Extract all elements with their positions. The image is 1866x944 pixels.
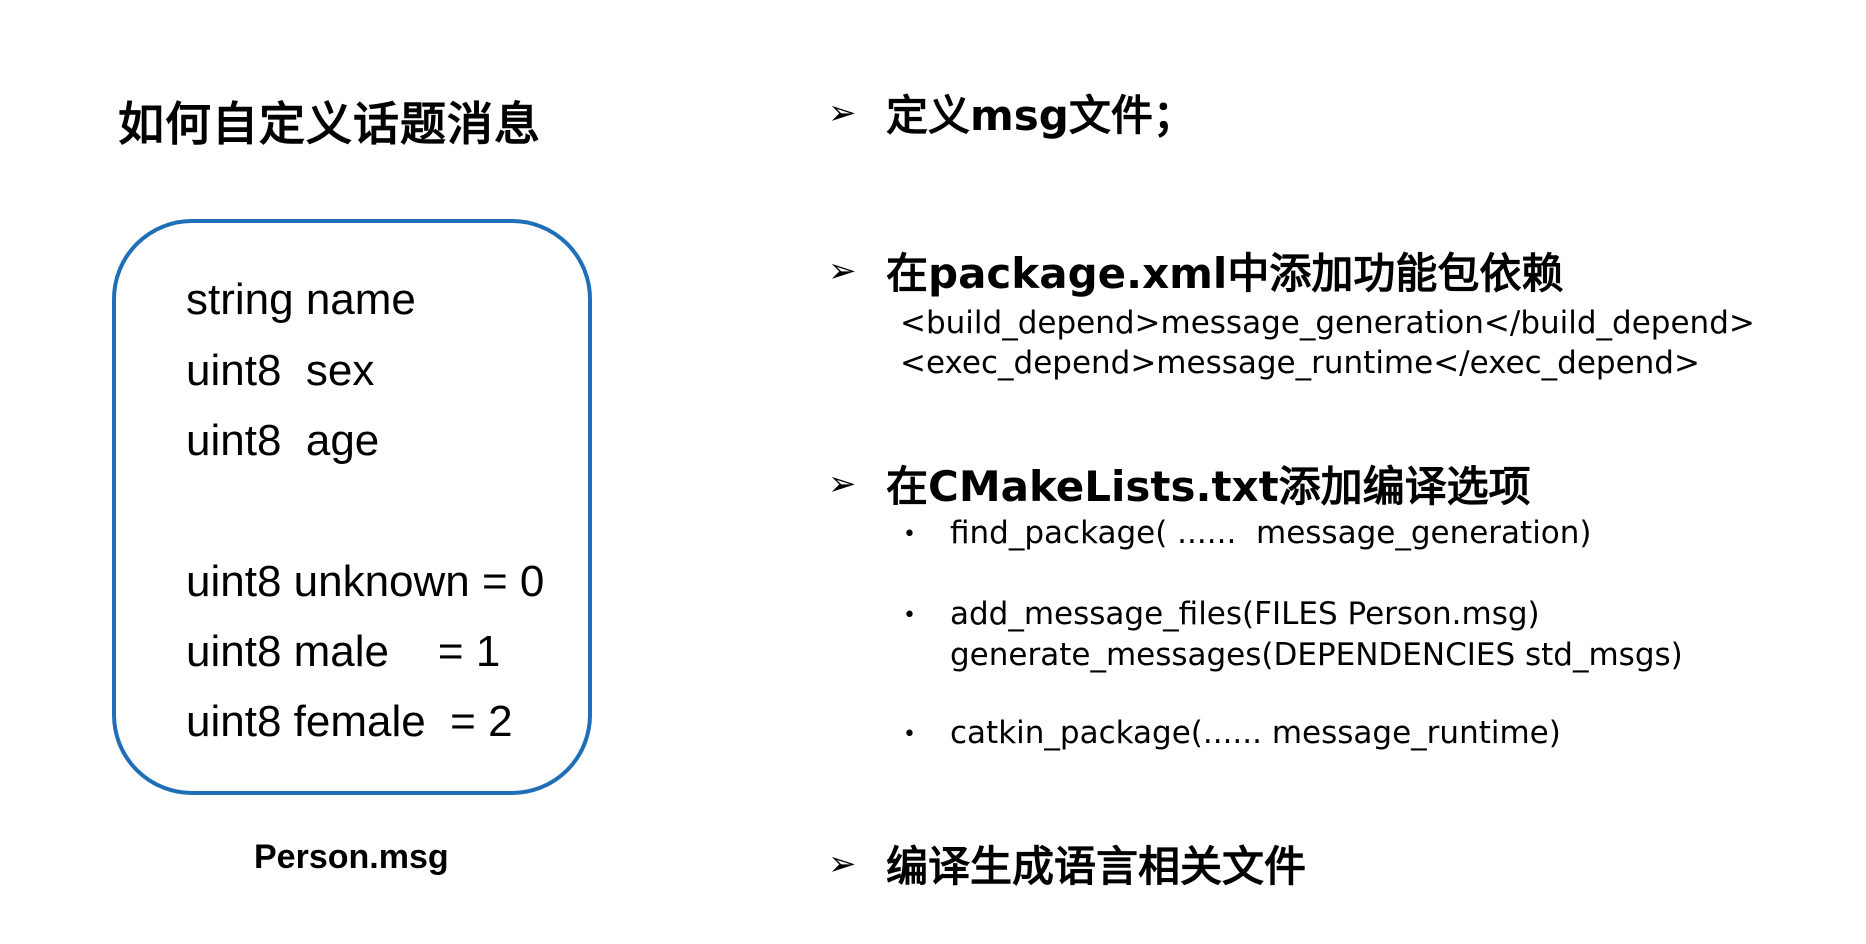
step-label: 编译生成语言相关文件 xyxy=(886,842,1307,891)
msg-constant-line: uint8 male = 1 xyxy=(186,627,501,676)
step-define-msg: ➢ 定义msg文件； xyxy=(828,82,1195,143)
arrow-bullet-icon: ➢ xyxy=(828,463,857,504)
code-line: generate_messages(DEPENDENCIES std_msgs) xyxy=(950,637,1683,673)
msg-field-line: uint8 age xyxy=(186,416,380,465)
code-line: <build_depend>message_generation</build_… xyxy=(900,305,1755,341)
bullet-dot-icon: • xyxy=(903,522,916,547)
code-line: find_package( ...... message_generation) xyxy=(950,515,1592,551)
arrow-bullet-icon: ➢ xyxy=(828,250,857,291)
code-line: <exec_depend>message_runtime</exec_depen… xyxy=(900,345,1700,381)
arrow-bullet-icon: ➢ xyxy=(828,843,857,884)
code-line: add_message_files(FILES Person.msg) xyxy=(950,596,1540,632)
msg-constant-line: uint8 unknown = 0 xyxy=(186,557,545,606)
step-cmakelists: ➢ 在CMakeLists.txt添加编译选项 xyxy=(828,453,1531,514)
msg-constant-line: uint8 female = 2 xyxy=(186,697,513,746)
step-compile: ➢ 编译生成语言相关文件 xyxy=(828,833,1306,894)
bullet-dot-icon: • xyxy=(903,722,916,747)
step-label: 在package.xml中添加功能包依赖 xyxy=(886,249,1564,298)
step-label: 在CMakeLists.txt添加编译选项 xyxy=(886,462,1531,511)
msg-field-line: uint8 sex xyxy=(186,346,375,395)
msg-field-line: string name xyxy=(186,275,416,324)
bullet-dot-icon: • xyxy=(903,603,916,628)
file-caption: Person.msg xyxy=(254,838,449,876)
arrow-bullet-icon: ➢ xyxy=(828,92,857,133)
step-label: 定义msg文件； xyxy=(886,91,1195,140)
code-line: catkin_package(...... message_runtime) xyxy=(950,715,1561,751)
page-title: 如何自定义话题消息 xyxy=(118,97,541,151)
step-package-xml: ➢ 在package.xml中添加功能包依赖 xyxy=(828,240,1563,301)
